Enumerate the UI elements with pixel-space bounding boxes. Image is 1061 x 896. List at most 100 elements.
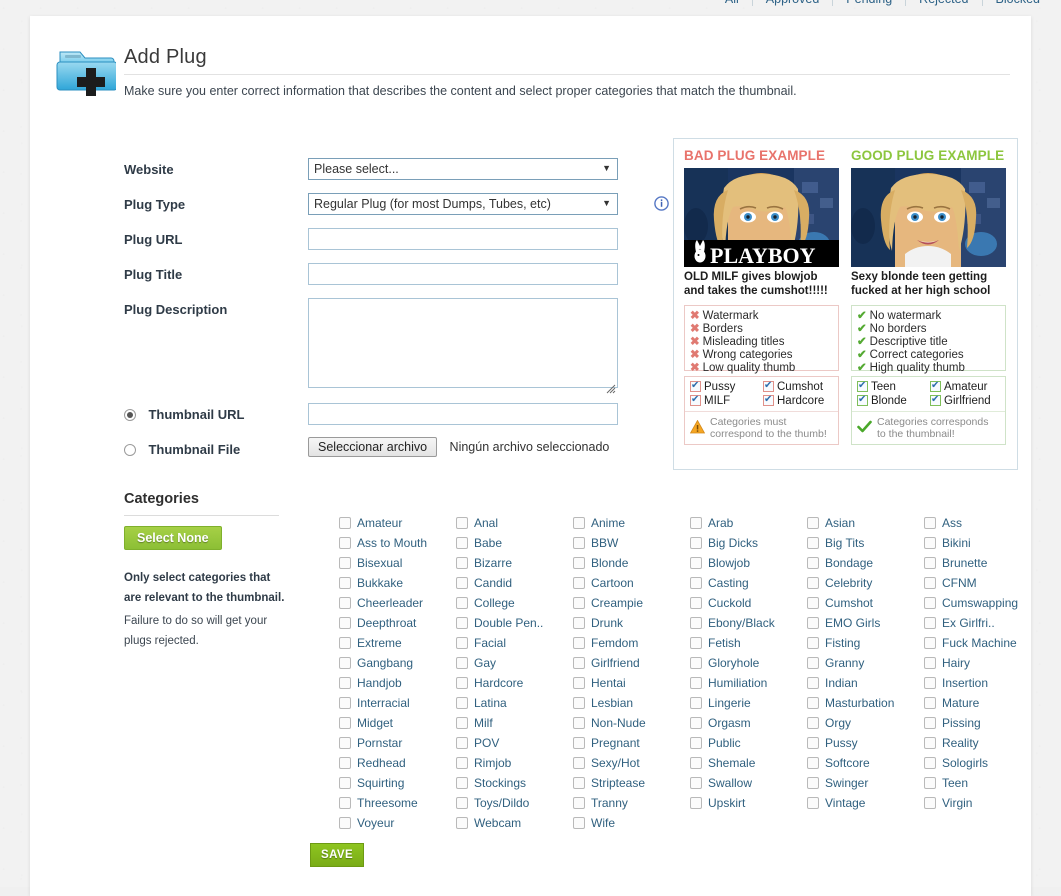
checkbox-icon[interactable]: [339, 537, 351, 549]
category-checkbox-item[interactable]: Facial: [456, 633, 573, 653]
category-checkbox-item[interactable]: Toys/Dildo: [456, 793, 573, 813]
category-checkbox-item[interactable]: Hairy: [924, 653, 1041, 673]
category-checkbox-item[interactable]: Threesome: [339, 793, 456, 813]
category-checkbox-item[interactable]: Non-Nude: [573, 713, 690, 733]
category-checkbox-item[interactable]: Arab: [690, 513, 807, 533]
category-checkbox-item[interactable]: Orgasm: [690, 713, 807, 733]
category-checkbox-item[interactable]: Rimjob: [456, 753, 573, 773]
checkbox-icon[interactable]: [573, 597, 585, 609]
nav-item-approved[interactable]: Approved: [753, 0, 834, 6]
checkbox-icon[interactable]: [573, 637, 585, 649]
checkbox-icon[interactable]: [339, 757, 351, 769]
checkbox-icon[interactable]: [339, 797, 351, 809]
category-checkbox-item[interactable]: Webcam: [456, 813, 573, 833]
category-checkbox-item[interactable]: Vintage: [807, 793, 924, 813]
category-checkbox-item[interactable]: Bisexual: [339, 553, 456, 573]
thumbnail-url-radio-row[interactable]: Thumbnail URL: [124, 406, 245, 424]
category-checkbox-item[interactable]: Squirting: [339, 773, 456, 793]
nav-item-blocked[interactable]: Blocked: [983, 0, 1053, 6]
checkbox-icon[interactable]: [924, 737, 936, 749]
checkbox-icon[interactable]: [924, 657, 936, 669]
category-checkbox-item[interactable]: Striptease: [573, 773, 690, 793]
category-checkbox-item[interactable]: Masturbation: [807, 693, 924, 713]
checkbox-icon[interactable]: [339, 657, 351, 669]
category-checkbox-item[interactable]: Pornstar: [339, 733, 456, 753]
category-checkbox-item[interactable]: Ex Girlfri..: [924, 613, 1041, 633]
checkbox-icon[interactable]: [807, 517, 819, 529]
category-checkbox-item[interactable]: Upskirt: [690, 793, 807, 813]
checkbox-icon[interactable]: [807, 637, 819, 649]
checkbox-icon[interactable]: [807, 537, 819, 549]
checkbox-icon[interactable]: [456, 677, 468, 689]
nav-item-all[interactable]: All: [712, 0, 753, 6]
category-checkbox-item[interactable]: CFNM: [924, 573, 1041, 593]
checkbox-icon[interactable]: [339, 717, 351, 729]
category-checkbox-item[interactable]: Swallow: [690, 773, 807, 793]
checkbox-icon[interactable]: [690, 697, 702, 709]
category-checkbox-item[interactable]: Bikini: [924, 533, 1041, 553]
thumbnail-url-radio[interactable]: [124, 409, 136, 421]
checkbox-icon[interactable]: [924, 517, 936, 529]
category-checkbox-item[interactable]: Brunette: [924, 553, 1041, 573]
select-none-button[interactable]: Select None: [124, 526, 222, 550]
category-checkbox-item[interactable]: Shemale: [690, 753, 807, 773]
category-checkbox-item[interactable]: Ass to Mouth: [339, 533, 456, 553]
checkbox-icon[interactable]: [573, 577, 585, 589]
category-checkbox-item[interactable]: Virgin: [924, 793, 1041, 813]
checkbox-icon[interactable]: [456, 797, 468, 809]
checkbox-icon[interactable]: [924, 777, 936, 789]
category-checkbox-item[interactable]: Femdom: [573, 633, 690, 653]
checkbox-icon[interactable]: [690, 717, 702, 729]
plug-url-input[interactable]: [308, 228, 618, 250]
checkbox-icon[interactable]: [339, 817, 351, 829]
checkbox-icon[interactable]: [690, 557, 702, 569]
checkbox-icon[interactable]: [573, 737, 585, 749]
checkbox-icon[interactable]: [690, 537, 702, 549]
category-checkbox-item[interactable]: Humiliation: [690, 673, 807, 693]
save-button[interactable]: SAVE: [310, 843, 365, 867]
checkbox-icon[interactable]: [456, 577, 468, 589]
checkbox-icon[interactable]: [924, 757, 936, 769]
category-checkbox-item[interactable]: Blowjob: [690, 553, 807, 573]
category-checkbox-item[interactable]: Cumswapping: [924, 593, 1041, 613]
checkbox-icon[interactable]: [690, 617, 702, 629]
category-checkbox-item[interactable]: Latina: [456, 693, 573, 713]
checkbox-icon[interactable]: [807, 797, 819, 809]
info-icon[interactable]: [654, 196, 669, 211]
checkbox-icon[interactable]: [924, 697, 936, 709]
category-checkbox-item[interactable]: Cumshot: [807, 593, 924, 613]
checkbox-icon[interactable]: [690, 597, 702, 609]
checkbox-icon[interactable]: [924, 677, 936, 689]
thumbnail-file-radio[interactable]: [124, 444, 136, 456]
checkbox-icon[interactable]: [573, 537, 585, 549]
nav-item-rejected[interactable]: Rejected: [906, 0, 983, 6]
category-checkbox-item[interactable]: Extreme: [339, 633, 456, 653]
checkbox-icon[interactable]: [924, 557, 936, 569]
category-checkbox-item[interactable]: Ebony/Black: [690, 613, 807, 633]
checkbox-icon[interactable]: [456, 597, 468, 609]
checkbox-icon[interactable]: [456, 777, 468, 789]
checkbox-icon[interactable]: [807, 677, 819, 689]
checkbox-icon[interactable]: [573, 657, 585, 669]
category-checkbox-item[interactable]: Bizarre: [456, 553, 573, 573]
category-checkbox-item[interactable]: Girlfriend: [573, 653, 690, 673]
checkbox-icon[interactable]: [573, 617, 585, 629]
category-checkbox-item[interactable]: Fuck Machine: [924, 633, 1041, 653]
checkbox-icon[interactable]: [690, 657, 702, 669]
category-checkbox-item[interactable]: Sexy/Hot: [573, 753, 690, 773]
checkbox-icon[interactable]: [456, 557, 468, 569]
category-checkbox-item[interactable]: Sologirls: [924, 753, 1041, 773]
checkbox-icon[interactable]: [924, 537, 936, 549]
category-checkbox-item[interactable]: Babe: [456, 533, 573, 553]
category-checkbox-item[interactable]: Orgy: [807, 713, 924, 733]
checkbox-icon[interactable]: [339, 737, 351, 749]
category-checkbox-item[interactable]: Amateur: [339, 513, 456, 533]
category-checkbox-item[interactable]: Pissing: [924, 713, 1041, 733]
checkbox-icon[interactable]: [924, 637, 936, 649]
checkbox-icon[interactable]: [573, 817, 585, 829]
checkbox-icon[interactable]: [573, 517, 585, 529]
category-checkbox-item[interactable]: Gangbang: [339, 653, 456, 673]
checkbox-icon[interactable]: [456, 537, 468, 549]
checkbox-icon[interactable]: [690, 637, 702, 649]
category-checkbox-item[interactable]: Gay: [456, 653, 573, 673]
